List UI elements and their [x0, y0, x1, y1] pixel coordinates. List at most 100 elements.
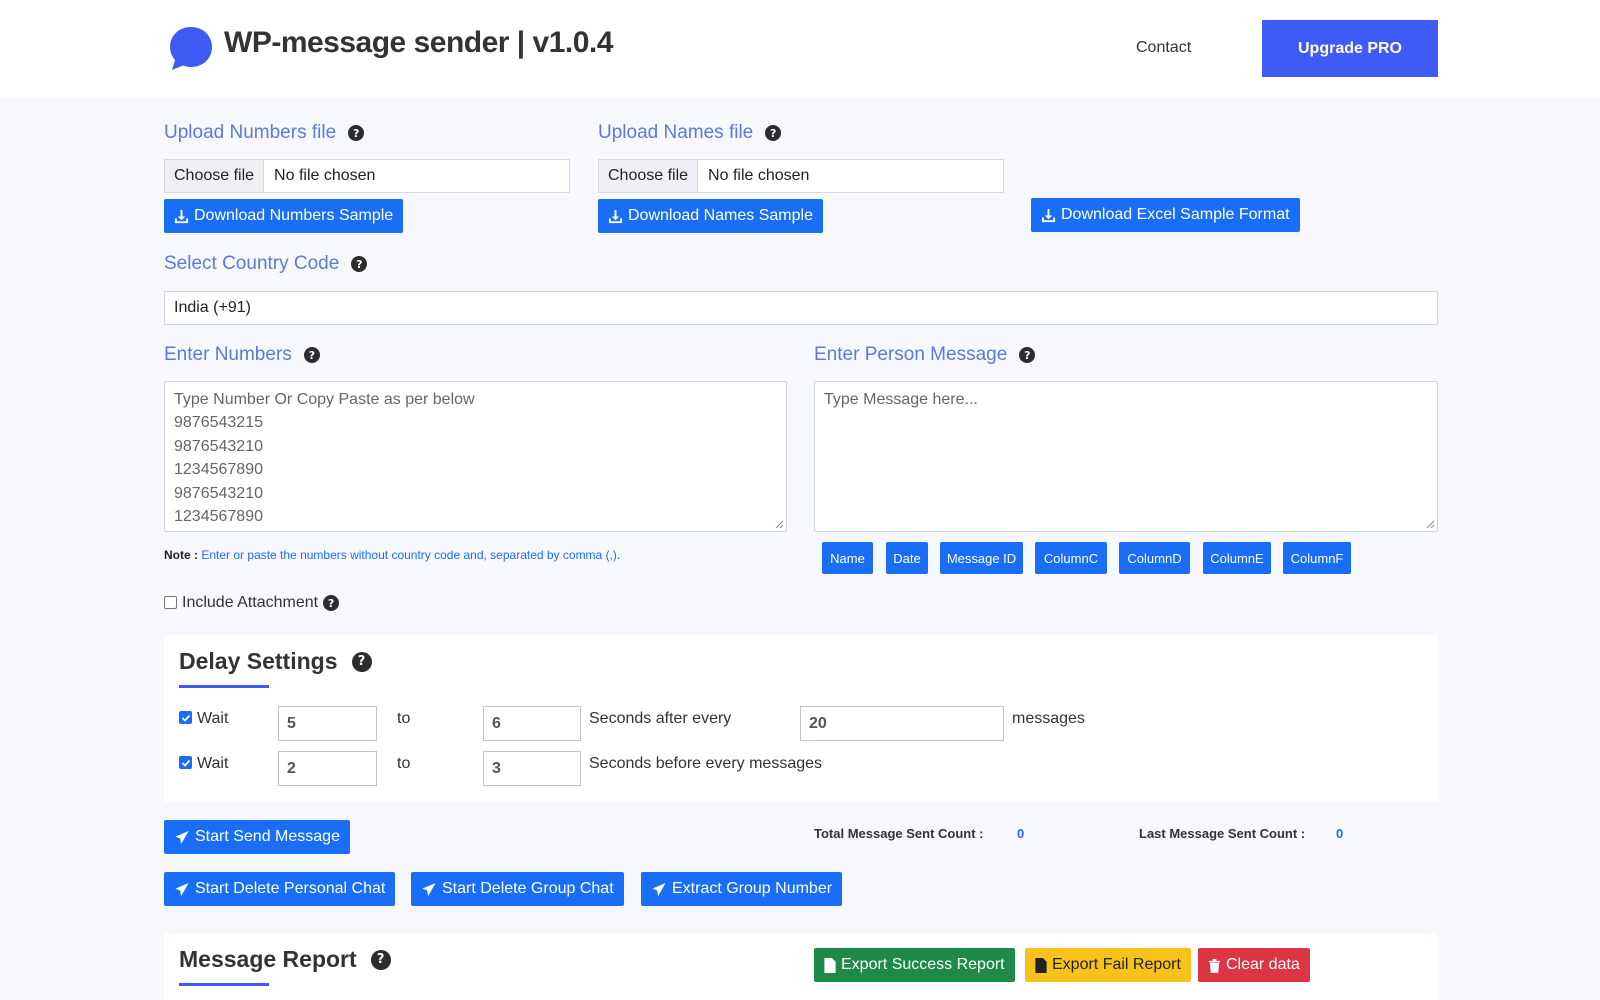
enter-numbers-label: Enter Numbers ? [164, 344, 320, 366]
paper-plane-icon [422, 882, 436, 896]
button-label: Start Delete Group Chat [442, 880, 614, 897]
delay-row2-to-input[interactable]: 3 [483, 751, 581, 786]
message-report-title: Message Report ? [179, 946, 391, 973]
app-title: WP-message sender | v1.0.4 [224, 26, 613, 59]
to-label: to [397, 755, 411, 772]
delay-row1-from-input[interactable]: 5 [278, 706, 377, 741]
button-label: Export Fail Report [1052, 956, 1181, 973]
clear-data-button[interactable]: Clear data [1198, 948, 1310, 982]
total-sent-count-value: 0 [1017, 826, 1025, 841]
note-text: Enter or paste the numbers without count… [201, 548, 621, 562]
start-delete-group-chat-button[interactable]: Start Delete Group Chat [411, 872, 624, 906]
upload-names-label: Upload Names file ? [598, 122, 782, 144]
start-send-message-button[interactable]: Start Send Message [164, 820, 350, 854]
file-icon [1035, 957, 1047, 973]
contact-link[interactable]: Contact [1136, 39, 1191, 57]
last-sent-count-value: 0 [1336, 826, 1344, 841]
paper-plane-icon [175, 830, 189, 844]
download-excel-sample-button[interactable]: Download Excel Sample Format [1031, 198, 1300, 232]
seconds-after-label: Seconds after every [589, 710, 732, 727]
delay-row1-to-input[interactable]: 6 [483, 706, 581, 741]
resize-grip-icon[interactable] [1426, 520, 1435, 529]
button-label: Start Delete Personal Chat [195, 880, 386, 897]
country-code-label-text: Select Country Code [164, 253, 340, 274]
variable-tag-columnc[interactable]: ColumnC [1035, 542, 1107, 574]
delay-settings-title: Delay Settings ? [179, 648, 372, 675]
include-attachment-label: Include Attachment ? [182, 594, 340, 612]
check-icon [181, 759, 190, 767]
check-icon [181, 714, 190, 722]
variable-tag-columnf[interactable]: ColumnF [1283, 542, 1351, 574]
upload-numbers-label: Upload Numbers file ? [164, 122, 365, 144]
choose-file-button[interactable]: Choose file [165, 160, 265, 192]
wait-label: Wait [197, 710, 229, 727]
message-report-title-text: Message Report [179, 946, 357, 972]
choose-file-button[interactable]: Choose file [599, 160, 699, 192]
wait-label: Wait [197, 755, 229, 772]
include-attachment-checkbox[interactable] [164, 596, 177, 609]
download-icon [1041, 208, 1056, 222]
upload-names-label-text: Upload Names file [598, 122, 754, 143]
title-underline [179, 983, 269, 986]
enter-numbers-label-text: Enter Numbers [164, 344, 292, 365]
file-icon [824, 957, 836, 973]
help-icon[interactable]: ? [348, 125, 365, 141]
last-sent-count-label: Last Message Sent Count : [1139, 826, 1306, 841]
variable-tag-name[interactable]: Name [822, 542, 873, 574]
variable-tag-date[interactable]: Date [886, 542, 928, 574]
numbers-file-input[interactable]: Choose file No file chosen [164, 159, 570, 193]
export-success-report-button[interactable]: Export Success Report [814, 948, 1015, 982]
message-textarea[interactable]: Type Message here... [814, 381, 1438, 532]
file-status: No file chosen [274, 167, 376, 184]
button-label: Download Names Sample [628, 207, 813, 224]
trash-icon [1208, 958, 1221, 973]
download-names-sample-button[interactable]: Download Names Sample [598, 199, 823, 233]
upload-numbers-label-text: Upload Numbers file [164, 122, 337, 143]
help-icon[interactable]: ? [303, 347, 320, 363]
button-label: Export Success Report [841, 956, 1005, 973]
top-navbar: WP-message sender | v1.0.4 Contact Upgra… [0, 0, 1600, 98]
include-attachment-text: Include Attachment [182, 594, 319, 611]
help-icon[interactable]: ? [323, 595, 340, 611]
note-prefix: Note : [164, 548, 198, 562]
paper-plane-icon [175, 882, 189, 896]
help-icon[interactable]: ? [351, 651, 372, 672]
messages-count-input[interactable]: 20 [800, 706, 1004, 741]
delay-settings-title-text: Delay Settings [179, 648, 338, 674]
download-numbers-sample-button[interactable]: Download Numbers Sample [164, 199, 404, 233]
variable-tag-columne[interactable]: ColumnE [1203, 542, 1271, 574]
delay-row1-checkbox[interactable] [179, 711, 192, 724]
button-label: Download Excel Sample Format [1061, 206, 1290, 223]
button-label: Clear data [1226, 956, 1300, 973]
variable-tag-columnd[interactable]: ColumnD [1119, 542, 1190, 574]
to-label: to [397, 710, 411, 727]
country-code-select[interactable]: India (+91) [164, 291, 1438, 325]
placeholder-line: 9876543215 [174, 414, 263, 432]
export-fail-report-button[interactable]: Export Fail Report [1025, 948, 1191, 982]
placeholder-line: 9876543210 [174, 484, 263, 502]
help-icon[interactable]: ? [351, 256, 368, 272]
button-label: Start Send Message [195, 828, 340, 845]
chat-bubble-icon [170, 27, 212, 70]
help-icon[interactable]: ? [1019, 347, 1036, 363]
delay-row2-checkbox[interactable] [179, 756, 192, 769]
enter-message-label: Enter Person Message ? [814, 344, 1036, 366]
numbers-note: Note : Enter or paste the numbers withou… [164, 548, 620, 562]
button-label: Download Numbers Sample [194, 207, 394, 224]
upgrade-pro-button[interactable]: Upgrade PRO [1262, 20, 1438, 77]
names-file-input[interactable]: Choose file No file chosen [598, 159, 1004, 193]
total-sent-count-label: Total Message Sent Count : [814, 826, 984, 841]
numbers-textarea[interactable]: Type Number Or Copy Paste as per below 9… [164, 381, 787, 532]
variable-tag-message-id[interactable]: Message ID [940, 542, 1023, 574]
paper-plane-icon [652, 882, 666, 896]
help-icon[interactable]: ? [765, 125, 782, 141]
start-delete-personal-chat-button[interactable]: Start Delete Personal Chat [164, 872, 396, 906]
resize-grip-icon[interactable] [775, 520, 784, 529]
placeholder-line: 1234567890 [174, 461, 263, 479]
button-label: Extract Group Number [672, 880, 833, 897]
delay-row2-from-input[interactable]: 2 [278, 751, 377, 786]
extract-group-number-button[interactable]: Extract Group Number [641, 872, 843, 906]
selected-country: India (+91) [174, 299, 251, 316]
placeholder-line: 1234567890 [174, 508, 263, 526]
help-icon[interactable]: ? [370, 949, 391, 970]
